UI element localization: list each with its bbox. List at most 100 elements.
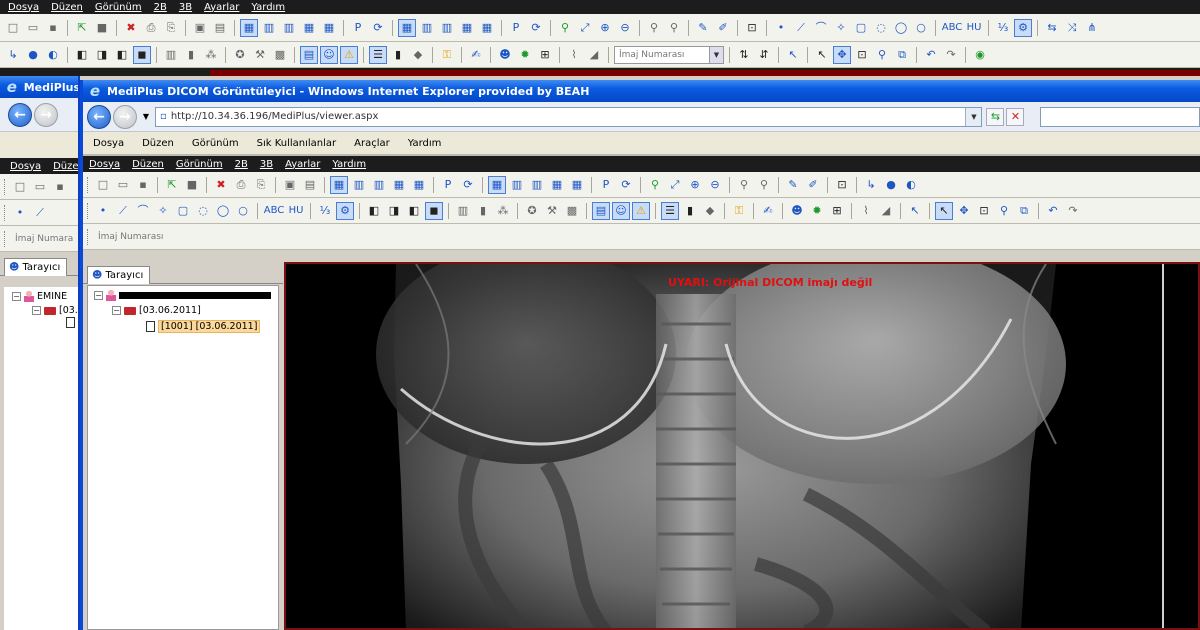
left-forward-button[interactable]: → <box>34 102 58 127</box>
lasso-icon[interactable]: ⌇ <box>565 46 583 64</box>
ie-menu-gorunum[interactable]: Görünüm <box>192 138 239 149</box>
viewer-menu-duzen[interactable]: Düzen <box>132 159 164 170</box>
grid-icon[interactable]: ⊞ <box>536 46 554 64</box>
p2-icon[interactable]: P <box>507 19 525 37</box>
v-fit-icon[interactable]: ⤢ <box>666 176 684 194</box>
cobb-icon[interactable]: ✧ <box>832 19 850 37</box>
left-image-number[interactable]: İmaj Numara <box>11 230 80 248</box>
dicom-image-viewport[interactable]: UYARI: Orijinal DICOM imajı değil <box>284 262 1200 630</box>
menu-dosya[interactable]: Dosya <box>8 2 39 13</box>
v-magnify2-icon[interactable]: ⚲ <box>755 176 773 194</box>
v-pen-icon[interactable]: ✎ <box>784 176 802 194</box>
v-cursor-icon[interactable]: ↖ <box>935 201 953 220</box>
study-node[interactable]: − [03.06.2011] <box>112 305 201 316</box>
open-icon[interactable]: ▭ <box>24 19 42 37</box>
zoom-box-icon[interactable]: ⊡ <box>853 46 871 64</box>
series-3-icon[interactable]: ▥ <box>438 19 456 37</box>
v-roi-poly-icon[interactable]: ◌ <box>194 202 212 220</box>
v-person-icon[interactable]: ☺ <box>612 201 630 220</box>
v-tree-icon[interactable]: ⁂ <box>494 202 512 220</box>
undo-icon[interactable]: ↶ <box>922 46 940 64</box>
v-series-5-icon[interactable]: ▦ <box>568 176 586 194</box>
v-grid-icon[interactable]: ⊞ <box>828 202 846 220</box>
barcode2-icon[interactable]: ▮ <box>389 46 407 64</box>
gear-icon[interactable]: ✹ <box>516 46 534 64</box>
address-dropdown-icon[interactable]: ▼ <box>965 107 982 126</box>
v-angle-icon[interactable]: ⌒ <box>134 202 152 220</box>
v-crop-icon[interactable]: ⊡ <box>833 176 851 194</box>
zoom-in-icon[interactable]: ⊕ <box>596 19 614 37</box>
viewer-tab-browser[interactable]: ☻ Tarayıcı <box>87 266 151 284</box>
v-roi-rect-icon[interactable]: ▢ <box>174 202 192 220</box>
window-3-icon[interactable]: ◧ <box>113 46 131 64</box>
v-report-icon[interactable]: ☰ <box>661 201 679 220</box>
flip-icon[interactable]: ⇆ <box>1043 19 1061 37</box>
viewer-menu-gorunum[interactable]: Görünüm <box>176 159 223 170</box>
lamp-icon[interactable]: ✪ <box>231 46 249 64</box>
rotate-icon[interactable]: ⤨ <box>1063 19 1081 37</box>
warning-icon[interactable]: ⚠ <box>340 45 358 64</box>
v-film-strip-icon[interactable]: ▥ <box>454 202 472 220</box>
roi-rect-icon[interactable]: ▢ <box>852 19 870 37</box>
v-print-icon[interactable]: ⎙ <box>232 176 250 194</box>
search-icon[interactable]: ⚲ <box>873 46 891 64</box>
box-icon[interactable]: ▩ <box>271 46 289 64</box>
v-series-4-icon[interactable]: ▦ <box>548 176 566 194</box>
menu-duzen[interactable]: Düzen <box>51 2 83 13</box>
left-menu-duzen[interactable]: Düze <box>53 161 78 172</box>
v-abc-text-tool[interactable]: ABC <box>263 202 285 220</box>
v-point-icon[interactable]: • <box>94 202 112 220</box>
viewer-menu-ayarlar[interactable]: Ayarlar <box>285 159 320 170</box>
v-window-2-icon[interactable]: ◨ <box>385 202 403 220</box>
layout-2-icon[interactable]: ▥ <box>260 19 278 37</box>
export-icon[interactable]: ⇱ <box>73 19 91 37</box>
v-save-icon[interactable]: ▪ <box>134 176 152 194</box>
roi-poly-icon[interactable]: ◌ <box>872 19 890 37</box>
v-magnify-icon[interactable]: ⚲ <box>735 176 753 194</box>
measure-icon[interactable]: ⅓ <box>994 19 1012 37</box>
left-study-node[interactable]: − [03. <box>32 305 78 316</box>
left-tab-browser[interactable]: ☻ Tarayıcı <box>4 258 68 276</box>
v-hu-tool[interactable]: HU <box>287 202 305 220</box>
zoom-green-icon[interactable]: ⚲ <box>556 19 574 37</box>
left-new-icon[interactable]: □ <box>11 178 29 196</box>
ie-menu-tools[interactable]: Araçlar <box>354 138 390 149</box>
left-menu-dosya[interactable]: Dosya <box>10 161 41 172</box>
v-new-icon[interactable]: □ <box>94 176 112 194</box>
ie-menu-favorites[interactable]: Sık Kullanılanlar <box>257 138 337 149</box>
v-user-icon[interactable]: ☻ <box>788 202 806 220</box>
v-layout-2-icon[interactable]: ▥ <box>350 176 368 194</box>
left-patient-node[interactable]: − EMINE <box>12 291 67 302</box>
edit-icon[interactable]: ✍ <box>467 46 485 64</box>
collapse-icon[interactable]: − <box>12 292 21 301</box>
film-icon[interactable]: ▤ <box>211 19 229 37</box>
patient-node[interactable]: − <box>94 290 271 301</box>
window-2-icon[interactable]: ◨ <box>93 46 111 64</box>
refresh-icon[interactable]: ◉ <box>971 46 989 64</box>
v-zoom-out-icon[interactable]: ⊖ <box>706 176 724 194</box>
v-calibrate-icon[interactable]: ⚙ <box>336 201 354 220</box>
magnify-icon[interactable]: ⚲ <box>645 19 663 37</box>
delete-icon[interactable]: ✖ <box>122 19 140 37</box>
person-icon[interactable]: ☺ <box>320 45 338 64</box>
v-layout-5-icon[interactable]: ▦ <box>410 176 428 194</box>
v-barcode-icon[interactable]: ▮ <box>474 202 492 220</box>
eraser-icon[interactable]: ◢ <box>585 46 603 64</box>
v-cube-icon[interactable]: ◆ <box>701 202 719 220</box>
window-4-icon[interactable]: ◼ <box>133 45 151 64</box>
v-tools-icon[interactable]: ⚒ <box>543 202 561 220</box>
v-redo-icon[interactable]: ↷ <box>1064 202 1082 220</box>
key-icon[interactable]: ⚿ <box>438 46 456 64</box>
v-lamp-icon[interactable]: ✪ <box>523 202 541 220</box>
menu-gorunum[interactable]: Görünüm <box>95 2 142 13</box>
v-warning-icon[interactable]: ⚠ <box>632 201 650 220</box>
layout-4-icon[interactable]: ▦ <box>300 19 318 37</box>
calibrate-icon[interactable]: ⚙ <box>1014 18 1032 37</box>
v-export-icon[interactable]: ⇱ <box>163 176 181 194</box>
v-search-icon[interactable]: ⚲ <box>995 202 1013 220</box>
v-ruler-icon[interactable]: ✐ <box>804 176 822 194</box>
menu-2b[interactable]: 2B <box>154 2 167 13</box>
sort-icon[interactable]: ⇅ <box>735 46 753 64</box>
v-ellipse-icon[interactable]: ◯ <box>214 202 232 220</box>
v-dot-icon[interactable]: ● <box>882 176 900 194</box>
